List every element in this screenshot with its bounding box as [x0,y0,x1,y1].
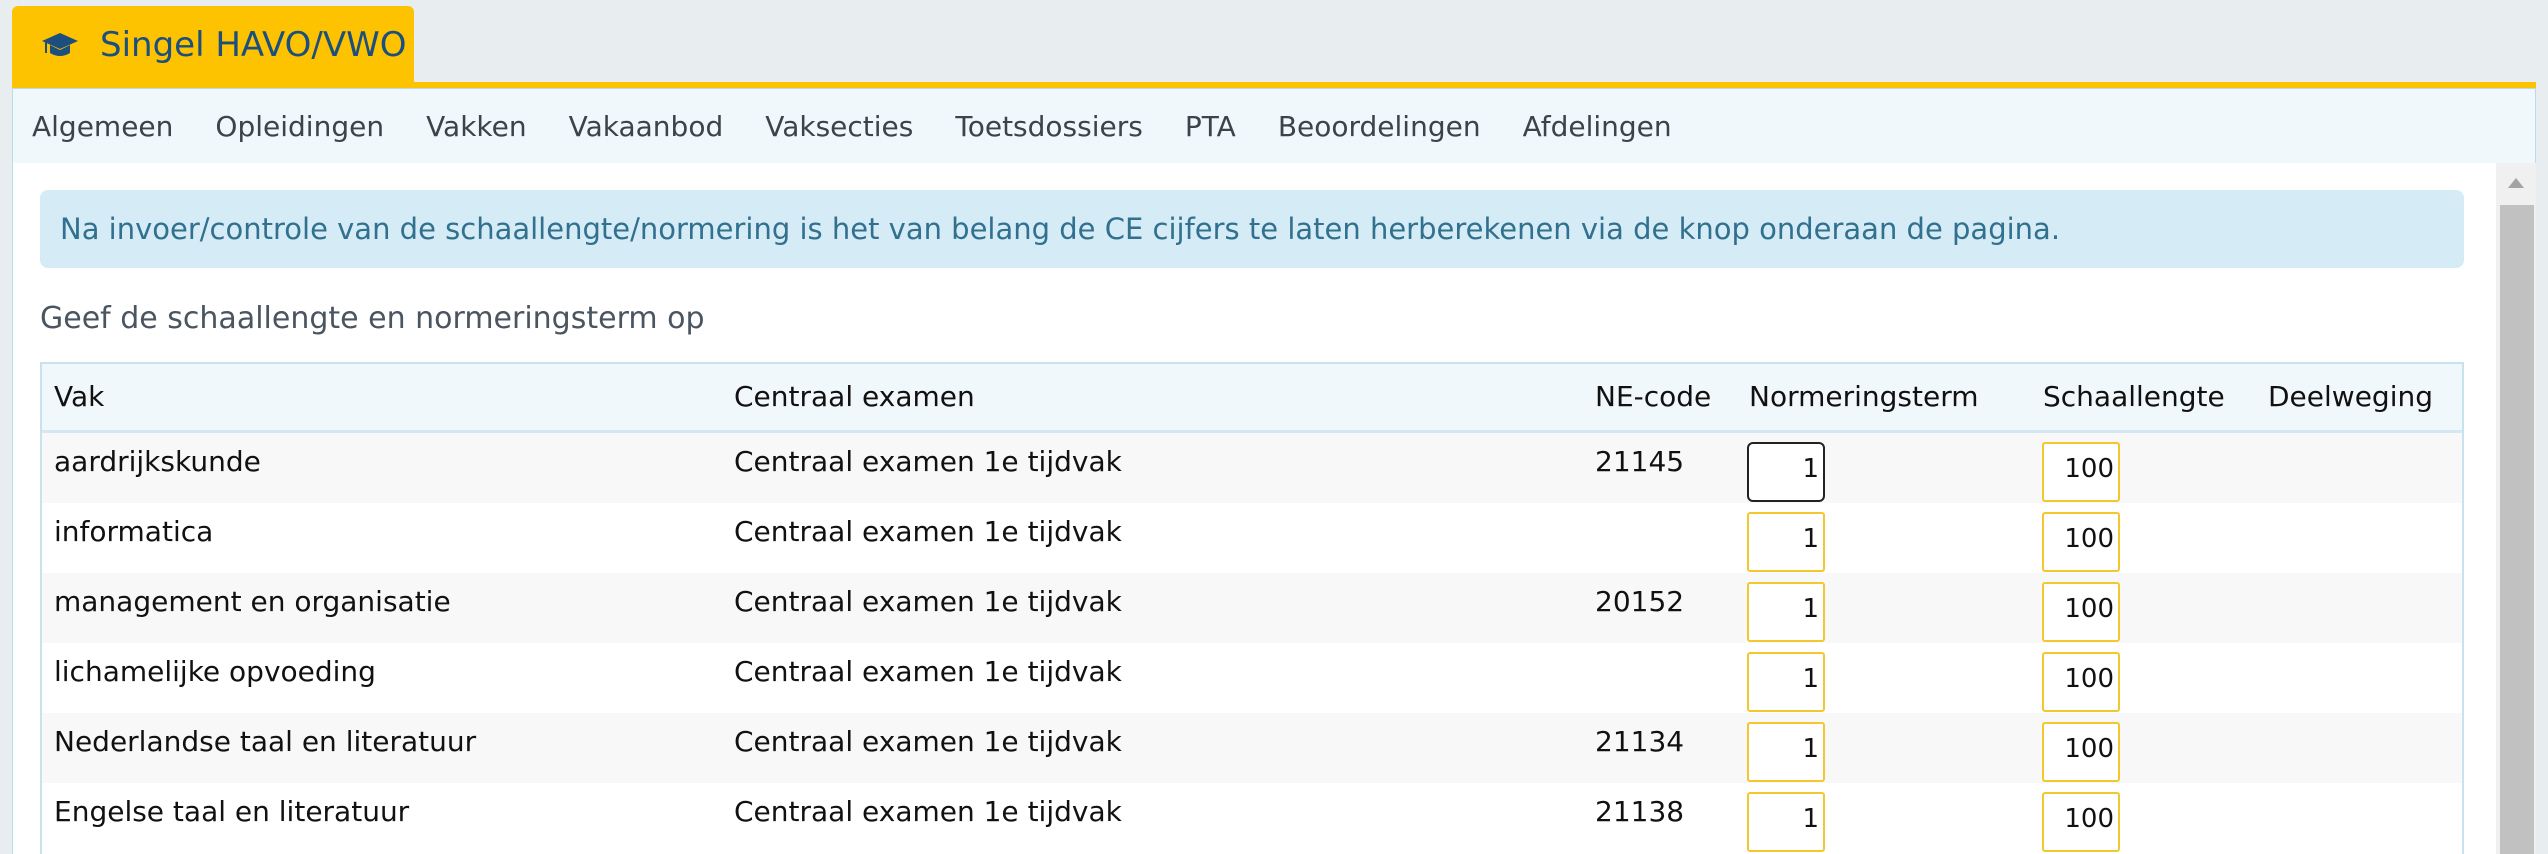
schaallengte-input[interactable]: 100 [2042,582,2120,642]
menu-item-toetsdossiers[interactable]: Toetsdossiers [955,110,1142,143]
normeringsterm-input[interactable]: 1 [1747,792,1825,852]
school-name: Singel HAVO/VWO [100,25,407,65]
column-header-deelweging: Deelweging [2268,380,2433,413]
cell-centraal-examen: Centraal examen 1e tijdvak [734,655,1122,688]
column-header-ne-code: NE-code [1595,380,1712,413]
cell-vak: management en organisatie [54,585,451,618]
menu-item-vakken[interactable]: Vakken [426,110,527,143]
scrollbar-thumb[interactable] [2500,205,2534,854]
normeringsterm-input[interactable]: 1 [1747,442,1825,502]
normeringsterm-input[interactable]: 1 [1747,652,1825,712]
cell-centraal-examen: Centraal examen 1e tijdvak [734,795,1122,828]
schaallengte-input[interactable]: 100 [2042,792,2120,852]
cell-centraal-examen: Centraal examen 1e tijdvak [734,725,1122,758]
vertical-scrollbar[interactable] [2496,163,2536,854]
scroll-up-arrow-icon[interactable] [2496,163,2536,203]
schaallengte-input[interactable]: 100 [2042,722,2120,782]
graduation-cap-icon [36,21,84,69]
table-row: lichamelijke opvoeding Centraal examen 1… [42,643,2462,713]
menu-item-opleidingen[interactable]: Opleidingen [215,110,384,143]
section-title: Geef de schaallengte en normeringsterm o… [40,301,705,336]
normeringsterm-input[interactable]: 1 [1747,512,1825,572]
school-tab[interactable]: Singel HAVO/VWO [12,6,414,84]
cell-ne-code: 21138 [1595,795,1685,828]
column-header-centraal-examen: Centraal examen [734,380,975,413]
table-row: aardrijkskunde Centraal examen 1e tijdva… [42,433,2462,503]
menu-item-algemeen[interactable]: Algemeen [32,110,173,143]
cell-centraal-examen: Centraal examen 1e tijdvak [734,515,1122,548]
menu-item-pta[interactable]: PTA [1185,110,1236,143]
schaallengte-input[interactable]: 100 [2042,442,2120,502]
normering-table: Vak Centraal examen NE-code Normeringste… [40,362,2464,854]
info-alert: Na invoer/controle van de schaallengte/n… [40,190,2464,268]
cell-vak: Engelse taal en literatuur [54,795,410,828]
table-row: management en organisatie Centraal exame… [42,573,2462,643]
column-header-schaallengte: Schaallengte [2043,380,2225,413]
cell-centraal-examen: Centraal examen 1e tijdvak [734,585,1122,618]
normeringsterm-input[interactable]: 1 [1747,582,1825,642]
table-row: Engelse taal en literatuur Centraal exam… [42,783,2462,853]
alert-text: Na invoer/controle van de schaallengte/n… [60,212,2061,246]
content-panel: Na invoer/controle van de schaallengte/n… [12,163,2511,854]
table-row: informatica Centraal examen 1e tijdvak 1… [42,503,2462,573]
column-header-vak: Vak [54,380,105,413]
cell-centraal-examen: Centraal examen 1e tijdvak [734,445,1122,478]
main-menu: Algemeen Opleidingen Vakken Vakaanbod Va… [12,88,2536,164]
menu-item-vakaanbod[interactable]: Vakaanbod [569,110,724,143]
normeringsterm-input[interactable]: 1 [1747,722,1825,782]
cell-ne-code: 21145 [1595,445,1685,478]
cell-vak: informatica [54,515,214,548]
schaallengte-input[interactable]: 100 [2042,652,2120,712]
schaallengte-input[interactable]: 100 [2042,512,2120,572]
table-header: Vak Centraal examen NE-code Normeringste… [42,364,2462,433]
menu-item-beoordelingen[interactable]: Beoordelingen [1278,110,1481,143]
menu-item-afdelingen[interactable]: Afdelingen [1523,110,1672,143]
menu-item-vaksecties[interactable]: Vaksecties [765,110,913,143]
cell-ne-code: 21134 [1595,725,1685,758]
cell-vak: aardrijkskunde [54,445,261,478]
table-row: Nederlandse taal en literatuur Centraal … [42,713,2462,783]
column-header-normeringsterm: Normeringsterm [1749,380,1979,413]
cell-ne-code: 20152 [1595,585,1685,618]
cell-vak: Nederlandse taal en literatuur [54,725,477,758]
cell-vak: lichamelijke opvoeding [54,655,376,688]
